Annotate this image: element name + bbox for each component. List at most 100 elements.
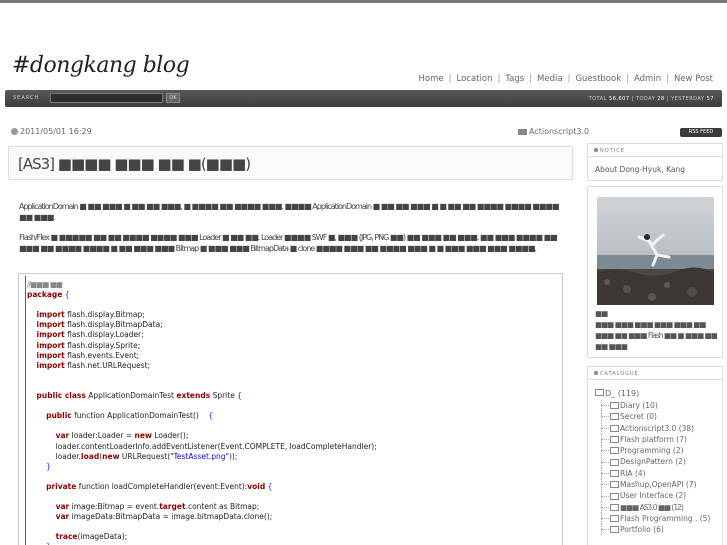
nav-guestbook[interactable]: Guestbook: [570, 74, 626, 84]
code-import: flash.display.Bitmap;: [67, 310, 145, 320]
notice-panel: NOTICE About Dong-Hyuk, Kang: [587, 143, 723, 181]
post-paragraph-2: Flash/Flex ■ ■■■■■ ■■ ■■ ■■■■ ■■■■ ■■■ L…: [19, 233, 558, 253]
bullet-icon: [594, 371, 598, 375]
category-item[interactable]: Actionscript3.0 (38): [596, 422, 710, 434]
category-label[interactable]: User Interface (2): [620, 490, 686, 501]
category-label[interactable]: Flash Programming . (5): [620, 513, 710, 524]
notice-link[interactable]: About Dong-Hyuk, Kang: [595, 165, 685, 174]
code-line: loader.: [55, 451, 82, 461]
rss-feed-button[interactable]: RSS FEED: [680, 128, 722, 137]
category-item[interactable]: Secret (0): [596, 411, 710, 423]
yesterday-count: 57: [706, 96, 714, 102]
nav-location[interactable]: Location: [452, 74, 498, 84]
code-string: "TestAsset.png": [170, 451, 229, 461]
code-import: flash.display.Loader;: [67, 330, 144, 340]
today-count: 28: [657, 96, 665, 102]
code-line: Loader();: [154, 431, 189, 441]
code-line: .content as Bitmap;: [185, 502, 260, 512]
folder-icon: [610, 458, 619, 466]
category-item[interactable]: Portfolio (6): [596, 524, 710, 536]
folder-icon: [610, 436, 619, 444]
category-item[interactable]: Flash Programming . (5): [596, 513, 710, 525]
code-line: ));: [229, 451, 238, 461]
code-line: target: [159, 502, 186, 512]
code-trace: trace: [55, 532, 78, 542]
yesterday-label: YESTERDAY: [671, 96, 705, 102]
folder-icon: [610, 469, 619, 477]
nav-home[interactable]: Home: [414, 74, 449, 84]
catalogue-header: CATALOGUE: [588, 367, 722, 380]
category-item[interactable]: User Interface (2): [596, 490, 710, 502]
category-root-label[interactable]: D_ (119): [605, 389, 639, 398]
notice-header: NOTICE: [588, 144, 722, 157]
code-extends: Sprite: [212, 391, 235, 401]
code-import: flash.display.Sprite;: [67, 340, 141, 350]
search-button[interactable]: OK: [166, 93, 180, 103]
post-title[interactable]: [AS3] ■■■■ ■■■ ■■ ■(■■■): [18, 155, 251, 173]
folder-icon: [610, 492, 619, 500]
code-import: flash.events.Event;: [67, 350, 140, 360]
profile-text: ■■ ■■■ ■■■ ■■■ ■■■ ■■■ ■■ ■■■ ■■ ■■■ Fla…: [595, 308, 720, 352]
category-label[interactable]: DesignPattern (2): [620, 456, 686, 467]
post-date-text: 2011/05/01 16:29: [20, 127, 92, 136]
category-label[interactable]: Portfolio (6): [620, 524, 664, 535]
search-input[interactable]: [50, 93, 163, 103]
category-item[interactable]: Flash platform (7): [596, 434, 710, 446]
category-item[interactable]: ■■■ AS3.0 ■■ (12): [596, 501, 710, 513]
category-label[interactable]: ■■■ AS3.0 ■■ (12): [620, 502, 684, 513]
main-nav: Home | Location | Tags | Media | Guestbook | …: [414, 74, 718, 84]
profile-panel: ■■ ■■■ ■■■ ■■■ ■■■ ■■■ ■■ ■■■ ■■ ■■■ Fla…: [587, 186, 723, 358]
category-label[interactable]: Mashup,OpenAPI (7): [620, 479, 697, 490]
nav-tags[interactable]: Tags: [500, 74, 529, 84]
category-list: Diary (10) Secret (0) Actionscript3.0 (3…: [596, 400, 710, 536]
code-block: //■■■ ■■ package { import flash.display.…: [18, 273, 563, 545]
category-label[interactable]: Actionscript3.0 (38): [620, 423, 694, 434]
folder-icon: [610, 526, 619, 534]
category-label[interactable]: RIA (4): [620, 468, 646, 479]
category-label[interactable]: Programming (2): [620, 445, 684, 456]
code-class-name: ApplicationDomainTest: [88, 391, 174, 401]
category-label[interactable]: Flash platform (7): [620, 434, 687, 445]
visitor-counter: TOTAL 56,607 | TODAY 28 | YESTERDAY 57: [588, 96, 714, 102]
nav-admin[interactable]: Admin: [629, 74, 666, 84]
post-category[interactable]: Actionscript3.0: [518, 127, 589, 136]
search-label: SEARCH: [13, 95, 40, 101]
notice-header-text: NOTICE: [600, 148, 625, 154]
category-item[interactable]: DesignPattern (2): [596, 456, 710, 468]
code-line: load: [81, 451, 100, 461]
category-item[interactable]: RIA (4): [596, 467, 710, 479]
catalogue-panel: CATALOGUE D_ (119) Diary (10) Secret (0)…: [587, 366, 723, 545]
blog-logo[interactable]: #dongkang blog: [12, 53, 190, 78]
today-label: TODAY: [635, 96, 656, 102]
code-constructor: function ApplicationDomainTest(): [74, 411, 199, 421]
nav-new-post[interactable]: New Post: [669, 74, 718, 84]
category-root[interactable]: D_ (119): [595, 389, 639, 398]
folder-open-icon: [595, 389, 604, 396]
code-line: URLRequest(: [121, 451, 171, 461]
catalogue-header-text: CATALOGUE: [600, 371, 639, 377]
post-date: 2011/05/01 16:29: [11, 127, 92, 136]
category-label[interactable]: Secret (0): [620, 411, 657, 422]
nav-media[interactable]: Media: [532, 74, 568, 84]
folder-icon: [610, 515, 619, 523]
category-item[interactable]: Mashup,OpenAPI (7): [596, 479, 710, 491]
clock-icon: [11, 128, 18, 135]
folder-icon: [610, 424, 619, 432]
folder-icon: [610, 503, 619, 511]
code-line: imageData:BitmapData = image.bitmapData.…: [71, 512, 273, 522]
category-label[interactable]: Diary (10): [620, 400, 658, 411]
category-item[interactable]: Diary (10): [596, 400, 710, 412]
profile-photo: [597, 197, 714, 305]
profile-title: ■■: [595, 309, 608, 318]
bullet-icon: [594, 148, 598, 152]
folder-icon: [610, 481, 619, 489]
category-item[interactable]: Programming (2): [596, 445, 710, 457]
code-package: package: [27, 290, 63, 300]
code-content: //■■■ ■■ package { import flash.display.…: [27, 280, 377, 545]
folder-icon: [610, 402, 619, 410]
code-line: (imageData);: [77, 532, 128, 542]
code-import: flash.display.BitmapData;: [67, 320, 163, 330]
code-line: image:Bitmap = event.: [71, 502, 160, 512]
folder-icon: [610, 413, 619, 421]
post-category-text[interactable]: Actionscript3.0: [529, 127, 589, 136]
